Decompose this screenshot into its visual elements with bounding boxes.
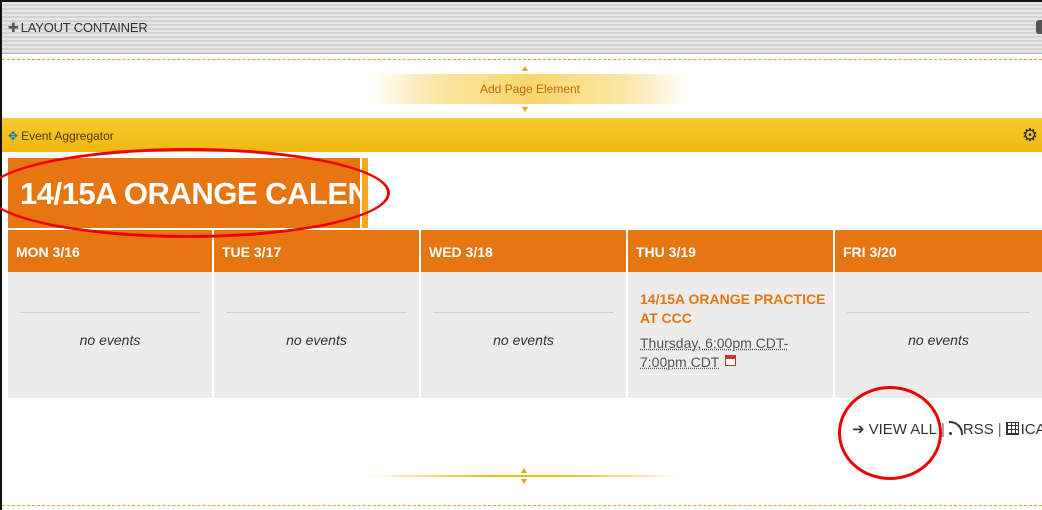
rss-link[interactable]: RSS — [963, 421, 994, 438]
day-divider — [226, 312, 407, 313]
calendar-week-row: MON 3/16 no events TUE 3/17 no events WE… — [8, 230, 1042, 398]
arrow-right-icon: ➔ — [852, 421, 865, 438]
bottom-drop-slider[interactable] — [365, 468, 685, 484]
day-divider — [847, 312, 1030, 313]
no-events-text: no events — [286, 332, 347, 348]
day-body: no events — [835, 272, 1042, 398]
drop-zone-top-border — [2, 59, 1042, 60]
calendar-title-stripe — [360, 158, 368, 228]
slider-up-icon — [521, 468, 527, 473]
day-body: no events — [214, 272, 419, 398]
add-page-element-button[interactable]: Add Page Element — [370, 66, 690, 112]
no-events-text: no events — [79, 332, 141, 348]
event-aggregator-bar[interactable]: ✥ Event Aggregator ⚙ — [2, 118, 1042, 152]
move-arrows-icon[interactable]: ✥ — [8, 129, 18, 143]
event-title-link[interactable]: 14/15A ORANGE PRACTICE AT CCC — [640, 290, 830, 328]
slider-up-icon — [522, 66, 528, 71]
calendar-add-icon[interactable] — [725, 355, 737, 366]
day-divider — [433, 312, 614, 313]
move-plus-icon[interactable]: ✚ — [8, 20, 19, 35]
link-separator: | — [997, 421, 1002, 438]
event-time-link[interactable]: Thursday, 6:00pm CDT-7:00pm CDT — [640, 334, 830, 372]
day-header: TUE 3/17 — [214, 230, 419, 272]
calendar-icon[interactable] — [1005, 422, 1019, 435]
add-page-element-label: Add Page Element — [479, 82, 581, 96]
view-all-link[interactable]: VIEW ALL — [869, 421, 937, 438]
event-time-text: Thursday, 6:00pm CDT-7:00pm CDT — [640, 335, 789, 370]
day-column-fri: FRI 3/20 no events — [835, 230, 1042, 398]
calendar-title-box: 14/15A ORANGE CALENDAR — [8, 158, 436, 228]
day-header: WED 3/18 — [421, 230, 626, 272]
day-body: no events — [8, 272, 212, 398]
day-column-wed: WED 3/18 no events — [421, 230, 628, 398]
gear-icon[interactable]: ⚙ — [1022, 125, 1038, 146]
rss-icon[interactable] — [948, 423, 961, 435]
day-header: FRI 3/20 — [835, 230, 1042, 272]
day-column-thu: THU 3/19 14/15A ORANGE PRACTICE AT CCC T… — [628, 230, 835, 398]
drop-zone-bottom-border — [2, 505, 1042, 506]
layout-container-bar[interactable]: ✚ LAYOUT CONTAINER — [2, 2, 1042, 54]
no-events-text: no events — [493, 332, 554, 348]
slider-down-icon — [522, 107, 528, 112]
day-column-tue: TUE 3/17 no events — [214, 230, 421, 398]
layout-container-title: ✚ LAYOUT CONTAINER — [8, 20, 148, 35]
day-body: 14/15A ORANGE PRACTICE AT CCC Thursday, … — [628, 272, 833, 398]
calendar-title: 14/15A ORANGE CALENDAR — [20, 176, 436, 211]
day-header: MON 3/16 — [8, 230, 212, 272]
day-divider — [20, 312, 200, 313]
day-header: THU 3/19 — [628, 230, 833, 272]
ical-link[interactable]: ICAL — [1021, 421, 1042, 438]
day-column-mon: MON 3/16 no events — [8, 230, 214, 398]
slider-down-icon — [521, 479, 527, 484]
event-aggregator-title: ✥ Event Aggregator — [8, 129, 114, 143]
no-events-text: no events — [908, 332, 969, 348]
calendar-footer-links: ➔VIEW ALL|RSS|ICAL — [852, 420, 1042, 438]
day-body: no events — [421, 272, 626, 398]
layout-settings-icon[interactable] — [1036, 20, 1042, 34]
link-separator: | — [940, 421, 945, 438]
